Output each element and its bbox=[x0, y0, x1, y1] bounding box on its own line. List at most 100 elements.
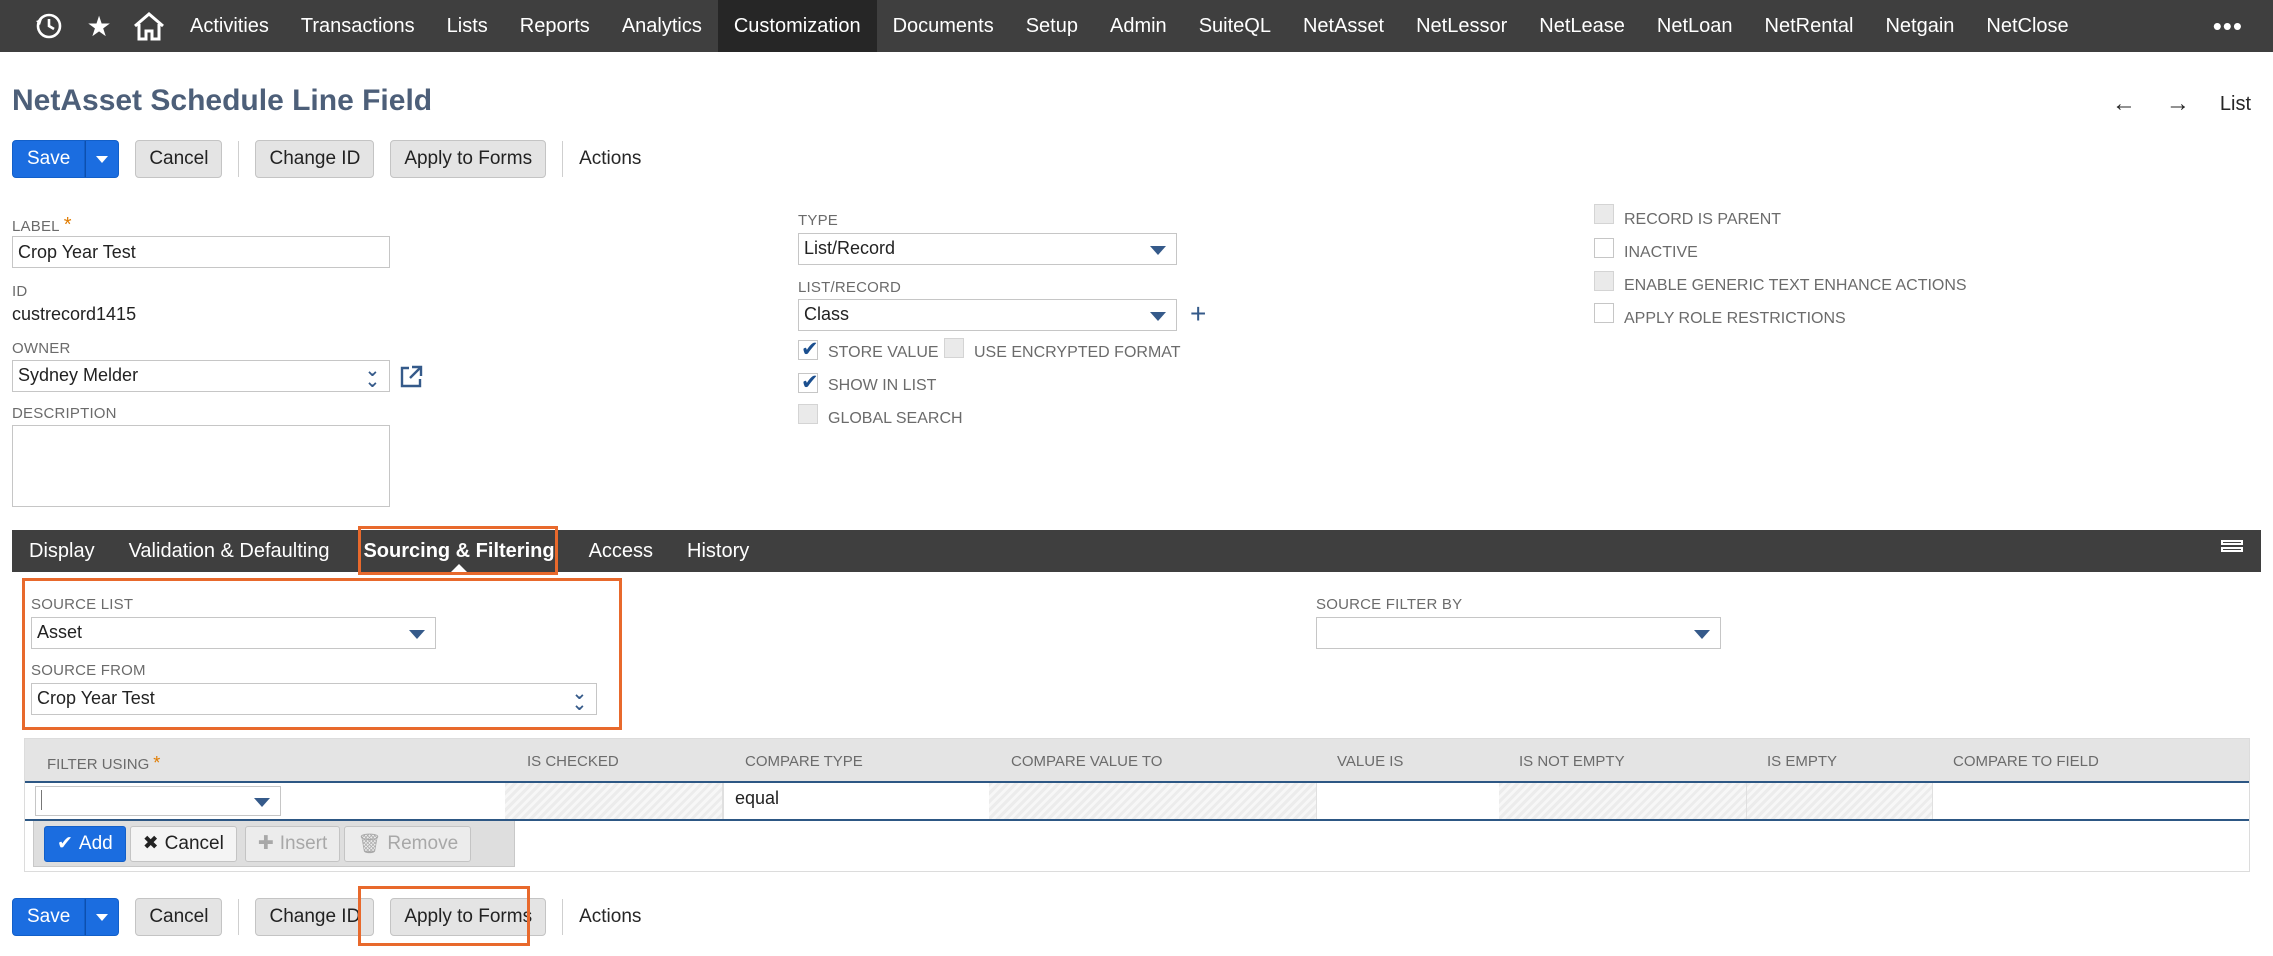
global-search-checkbox[interactable] bbox=[798, 404, 818, 424]
source-from-field-label: SOURCE FROM bbox=[31, 662, 146, 679]
description-textarea[interactable] bbox=[12, 425, 390, 507]
nav-transactions[interactable]: Transactions bbox=[285, 0, 431, 52]
divider bbox=[238, 141, 240, 177]
label-input[interactable]: Crop Year Test bbox=[12, 236, 390, 268]
open-external-icon[interactable] bbox=[398, 364, 424, 395]
trash-icon: 🗑 bbox=[357, 833, 382, 855]
column-header: IS CHECKED bbox=[527, 753, 619, 770]
source-from-value: Crop Year Test bbox=[37, 688, 155, 708]
cancel-button[interactable]: Cancel bbox=[135, 898, 223, 936]
nav-analytics[interactable]: Analytics bbox=[606, 0, 718, 52]
apply-to-forms-button[interactable]: Apply to Forms bbox=[390, 140, 547, 178]
record-is-parent-checkbox[interactable] bbox=[1594, 204, 1614, 224]
tab-history[interactable]: History bbox=[670, 530, 766, 572]
sublist-button-bar: ✔ Add ✖ Cancel ✚ Insert 🗑 Remove bbox=[33, 821, 515, 867]
nav-admin[interactable]: Admin bbox=[1094, 0, 1183, 52]
checkmark-icon: ✔ bbox=[801, 371, 819, 394]
top-navigation: ★ Activities Transactions Lists Reports … bbox=[0, 0, 2273, 52]
caret-down-icon bbox=[1150, 246, 1166, 255]
change-id-button[interactable]: Change ID bbox=[255, 898, 375, 936]
compare-type-value[interactable]: equal bbox=[735, 788, 779, 809]
nav-netloan[interactable]: NetLoan bbox=[1641, 0, 1749, 52]
list-link[interactable]: List bbox=[2220, 93, 2251, 116]
nav-netasset[interactable]: NetAsset bbox=[1287, 0, 1400, 52]
save-button[interactable]: Save bbox=[12, 898, 86, 936]
enable-generic-text-checkbox[interactable] bbox=[1594, 271, 1614, 291]
column-header: VALUE IS bbox=[1337, 753, 1404, 770]
column-header: IS EMPTY bbox=[1767, 753, 1838, 770]
next-arrow-icon[interactable]: → bbox=[2166, 90, 2190, 118]
nav-activities[interactable]: Activities bbox=[174, 0, 285, 52]
nav-documents[interactable]: Documents bbox=[877, 0, 1010, 52]
cancel-button[interactable]: Cancel bbox=[135, 140, 223, 178]
save-button[interactable]: Save bbox=[12, 140, 86, 178]
is-empty-cell bbox=[1747, 783, 1933, 819]
nav-customization[interactable]: Customization bbox=[717, 0, 877, 52]
text-cursor bbox=[41, 790, 42, 811]
show-in-list-checkbox[interactable]: ✔ bbox=[798, 371, 819, 394]
tab-access[interactable]: Access bbox=[572, 530, 670, 572]
nav-netlease[interactable]: NetLease bbox=[1523, 0, 1641, 52]
show-in-list-label: SHOW IN LIST bbox=[828, 377, 937, 394]
store-value-checkbox[interactable]: ✔ bbox=[798, 338, 819, 361]
nav-netrental[interactable]: NetRental bbox=[1749, 0, 1870, 52]
nav-netclose[interactable]: NetClose bbox=[1970, 0, 2084, 52]
column-header: COMPARE TYPE bbox=[745, 753, 863, 770]
recent-history-icon[interactable] bbox=[24, 0, 74, 52]
save-dropdown-button[interactable] bbox=[85, 898, 120, 936]
star-icon[interactable]: ★ bbox=[74, 0, 124, 52]
plus-icon: ✚ bbox=[257, 833, 274, 854]
description-field-label: DESCRIPTION bbox=[12, 405, 117, 422]
tab-highlight-box bbox=[358, 526, 558, 575]
apply-role-restrictions-checkbox[interactable] bbox=[1594, 303, 1614, 323]
use-encrypted-format-checkbox[interactable] bbox=[944, 338, 964, 358]
source-filter-by-select[interactable] bbox=[1316, 617, 1721, 649]
change-id-button[interactable]: Change ID bbox=[255, 140, 375, 178]
previous-arrow-icon[interactable]: ← bbox=[2112, 90, 2136, 118]
save-dropdown-button[interactable] bbox=[85, 140, 120, 178]
actions-menu[interactable]: Actions bbox=[563, 148, 641, 170]
source-filter-by-field-label: SOURCE FILTER BY bbox=[1316, 596, 1463, 613]
nav-suiteql[interactable]: SuiteQL bbox=[1183, 0, 1287, 52]
list-record-field-label: LIST/RECORD bbox=[798, 279, 902, 296]
owner-field-label: OWNER bbox=[12, 340, 71, 357]
cancel-line-button[interactable]: ✖ Cancel bbox=[129, 825, 237, 862]
tab-menu-icon[interactable] bbox=[2221, 540, 2243, 562]
add-line-button[interactable]: ✔ Add bbox=[44, 825, 126, 862]
nav-setup[interactable]: Setup bbox=[1010, 0, 1094, 52]
owner-select[interactable]: Sydney Melder ⌄ ⌄ bbox=[12, 360, 390, 392]
column-header: FILTER USING * bbox=[47, 753, 161, 773]
page-title: NetAsset Schedule Line Field bbox=[12, 84, 433, 117]
double-chevron-down-icon: ⌄ ⌄ bbox=[364, 360, 380, 391]
type-select[interactable]: List/Record bbox=[798, 233, 1177, 265]
tab-validation-defaulting[interactable]: Validation & Defaulting bbox=[112, 530, 347, 572]
is-not-empty-cell bbox=[1499, 783, 1747, 819]
x-icon: ✖ bbox=[142, 833, 159, 854]
nav-netgain[interactable]: Netgain bbox=[1869, 0, 1970, 52]
remove-line-button[interactable]: 🗑 Remove bbox=[344, 825, 472, 862]
filter-using-select[interactable] bbox=[35, 786, 281, 816]
actions-menu[interactable]: Actions bbox=[563, 906, 641, 928]
record-pager: ← → List bbox=[2112, 90, 2251, 118]
subtab-bar: Display Validation & Defaulting Sourcing… bbox=[12, 530, 2261, 572]
nav-reports[interactable]: Reports bbox=[504, 0, 606, 52]
owner-value: Sydney Melder bbox=[18, 365, 139, 385]
more-menu-icon[interactable]: ••• bbox=[2213, 0, 2243, 52]
compare-value-to-cell bbox=[989, 783, 1317, 819]
column-header: COMPARE VALUE TO bbox=[1011, 753, 1163, 770]
source-from-select[interactable]: Crop Year Test ⌄ ⌄ bbox=[31, 683, 597, 715]
list-record-select[interactable]: Class bbox=[798, 299, 1177, 331]
nav-netlessor[interactable]: NetLessor bbox=[1400, 0, 1523, 52]
column-header: COMPARE TO FIELD bbox=[1953, 753, 2099, 770]
add-plus-icon[interactable]: + bbox=[1190, 300, 1206, 328]
nav-lists[interactable]: Lists bbox=[431, 0, 504, 52]
tab-display[interactable]: Display bbox=[12, 530, 112, 572]
inactive-label: INACTIVE bbox=[1624, 244, 1698, 261]
source-list-select[interactable]: Asset bbox=[31, 617, 436, 649]
inactive-checkbox[interactable] bbox=[1594, 238, 1614, 258]
source-list-value: Asset bbox=[37, 622, 83, 642]
home-icon[interactable] bbox=[124, 0, 174, 52]
use-encrypted-format-label: USE ENCRYPTED FORMAT bbox=[974, 344, 1181, 361]
cell-divider bbox=[723, 783, 724, 819]
insert-line-button[interactable]: ✚ Insert bbox=[244, 825, 341, 862]
